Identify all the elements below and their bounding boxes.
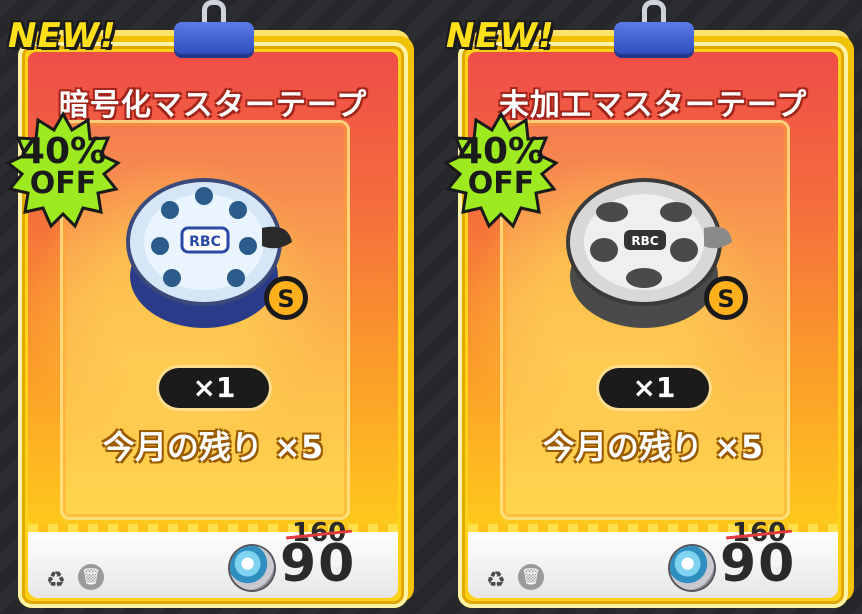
binder-clip-icon	[174, 0, 254, 58]
encrypted-tape-reel-icon: RBC S	[112, 166, 332, 336]
trash-icon: 🗑	[518, 564, 544, 590]
recycle-icon: ♻	[486, 568, 506, 593]
trash-icon: 🗑	[78, 564, 104, 590]
discount-percent: 40%	[19, 131, 107, 172]
sale-price: 90	[280, 534, 357, 594]
new-badge: NEW!	[446, 16, 555, 56]
recycle-icon: ♻	[46, 568, 66, 593]
rank-badge: S	[717, 285, 734, 313]
sale-price: 90	[720, 534, 797, 594]
binder-clip-icon	[614, 0, 694, 58]
quantity-pill: ×1	[159, 368, 269, 408]
rank-badge: S	[277, 285, 294, 313]
new-badge: NEW!	[8, 16, 117, 56]
tape-label: RBC	[631, 234, 658, 248]
currency-coin-icon	[670, 546, 714, 590]
discount-percent: 40%	[457, 131, 545, 172]
monthly-remaining: 今月の残り ×5	[102, 428, 324, 466]
tape-label: RBC	[189, 234, 221, 250]
discount-off-label: OFF	[467, 166, 535, 201]
discount-off-label: OFF	[29, 166, 97, 201]
discount-badge: 40% OFF	[0, 108, 126, 234]
currency-coin-icon	[230, 546, 274, 590]
discount-badge: 40% OFF	[438, 108, 564, 234]
monthly-remaining: 今月の残り ×5	[542, 428, 764, 466]
raw-tape-reel-icon: RBC S	[552, 166, 772, 336]
quantity-pill: ×1	[599, 368, 709, 408]
